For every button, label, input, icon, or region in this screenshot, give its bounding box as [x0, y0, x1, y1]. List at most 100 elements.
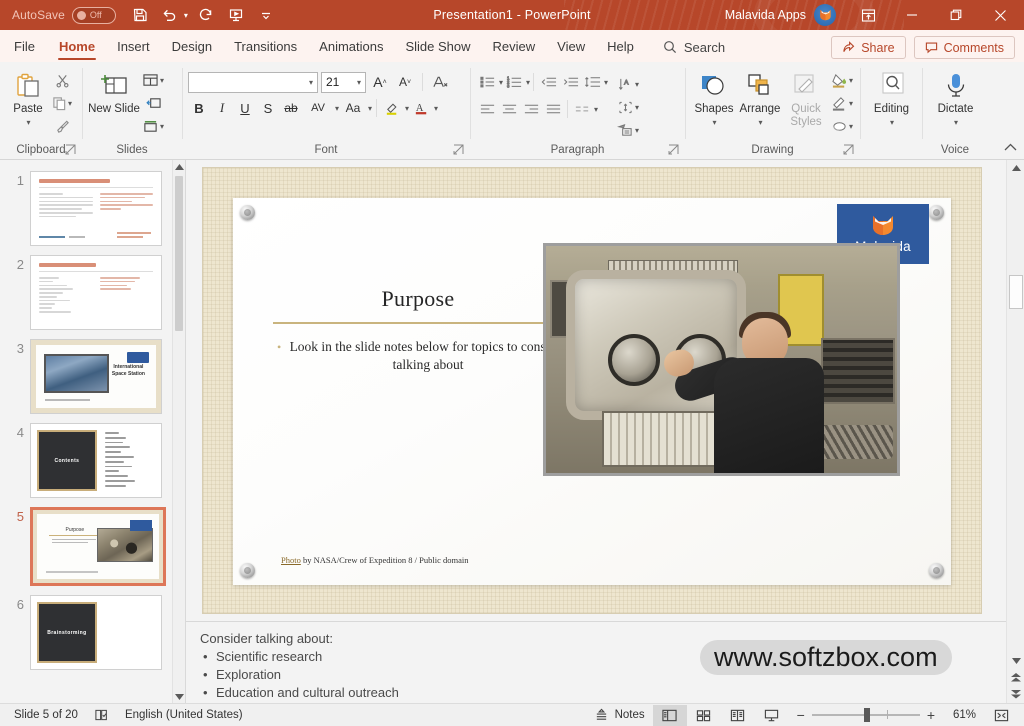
shapes-chevron-down-icon[interactable]: ▾ — [712, 116, 716, 129]
font-color-chevron-down-icon[interactable]: ▾ — [434, 104, 438, 113]
thumbnail-scroll-thumb[interactable] — [175, 176, 183, 331]
autosave-toggle[interactable]: Off — [71, 6, 116, 24]
tab-design[interactable]: Design — [161, 32, 223, 62]
text-direction-chevron-down-icon[interactable]: ▾ — [635, 80, 639, 89]
minimize-button[interactable] — [890, 0, 934, 30]
slide-show-button[interactable] — [755, 705, 789, 726]
underline-button[interactable]: U — [234, 97, 256, 119]
font-name-input[interactable]: ▾ — [188, 71, 318, 93]
dictate-button[interactable]: Dictate ▾ — [930, 67, 982, 129]
scrollbar-track[interactable] — [1007, 177, 1024, 652]
text-direction-icon[interactable]: A ▾ — [615, 73, 641, 95]
editing-button[interactable]: Editing ▾ — [866, 67, 917, 129]
copy-button[interactable]: ▾ — [50, 92, 74, 114]
customize-qat-chevron-down-icon[interactable] — [252, 3, 280, 27]
next-slide-icon[interactable] — [1007, 686, 1024, 703]
shape-fill-chevron-down-icon[interactable]: ▾ — [849, 76, 853, 85]
character-spacing-button[interactable]: AV — [303, 97, 333, 119]
numbering-chevron-down-icon[interactable]: ▾ — [526, 78, 530, 87]
font-dialog-launcher-icon[interactable] — [453, 144, 465, 156]
search-box[interactable]: Search — [663, 32, 725, 62]
thumbnail-preview[interactable]: Brainstorming — [30, 595, 162, 670]
clipboard-dialog-launcher-icon[interactable] — [65, 144, 77, 156]
slide-bullet-text[interactable]: • Look in the slide notes below for topi… — [277, 338, 567, 374]
text-shadow-button[interactable]: S — [257, 97, 279, 119]
slide-photo[interactable] — [543, 243, 900, 476]
layout-chevron-down-icon[interactable]: ▾ — [160, 76, 164, 85]
italic-button[interactable]: I — [211, 97, 233, 119]
decrease-indent-icon[interactable] — [537, 71, 559, 93]
drawing-dialog-launcher-icon[interactable] — [843, 144, 855, 156]
save-icon[interactable] — [126, 3, 154, 27]
arrange-button[interactable]: Arrange ▾ — [737, 67, 783, 129]
thumbnail-slide-1[interactable]: 1 — [0, 168, 185, 252]
shape-fill-icon[interactable]: ▾ — [829, 69, 855, 91]
paste-chevron-down-icon[interactable]: ▾ — [26, 116, 30, 129]
convert-to-smartart-icon[interactable]: ▾ — [615, 119, 641, 141]
redo-icon[interactable] — [192, 3, 220, 27]
line-spacing-icon[interactable] — [581, 71, 603, 93]
increase-font-size-button[interactable]: A ˄ — [369, 71, 391, 93]
tab-view[interactable]: View — [546, 32, 596, 62]
section-button[interactable]: ▾ — [140, 115, 166, 137]
thumbnail-preview[interactable]: Contents — [30, 423, 162, 498]
scrollbar-thumb[interactable] — [1009, 275, 1023, 309]
zoom-slider-handle[interactable] — [863, 708, 870, 722]
text-highlight-color-icon[interactable] — [381, 97, 403, 119]
tab-slide-show[interactable]: Slide Show — [394, 32, 481, 62]
slide-scrollbar[interactable] — [1006, 160, 1024, 703]
tab-animations[interactable]: Animations — [308, 32, 394, 62]
undo-chevron-down-icon[interactable]: ▾ — [184, 11, 188, 20]
numbering-icon[interactable]: 1 2 3 — [503, 71, 525, 93]
new-slide-button[interactable]: New Slide — [88, 67, 140, 116]
restore-button[interactable] — [934, 0, 978, 30]
account-name[interactable]: Malavida Apps — [725, 8, 806, 22]
format-painter-button[interactable] — [50, 115, 74, 137]
shape-outline-chevron-down-icon[interactable]: ▾ — [849, 99, 853, 108]
thumbnail-preview[interactable] — [30, 171, 162, 246]
section-chevron-down-icon[interactable]: ▾ — [160, 122, 164, 131]
thumbnail-preview-selected[interactable]: Purpose — [30, 507, 166, 586]
tab-help[interactable]: Help — [596, 32, 645, 62]
align-right-icon[interactable] — [520, 98, 542, 120]
bullets-icon[interactable] — [476, 71, 498, 93]
undo-icon[interactable] — [156, 3, 184, 27]
slide-sorter-button[interactable] — [687, 705, 721, 726]
thumbnail-slide-5[interactable]: 5 Purpose — [0, 504, 185, 592]
tab-insert[interactable]: Insert — [106, 32, 161, 62]
autosave-control[interactable]: AutoSave Off — [12, 6, 116, 24]
slide-title[interactable]: Purpose — [273, 286, 563, 312]
cut-button[interactable] — [50, 69, 74, 91]
zoom-slider[interactable] — [811, 708, 920, 722]
shape-effects-icon[interactable]: ▾ — [829, 115, 855, 137]
copy-chevron-down-icon[interactable]: ▾ — [68, 99, 72, 108]
justify-icon[interactable] — [542, 98, 564, 120]
bold-button[interactable]: B — [188, 97, 210, 119]
scroll-down-icon[interactable] — [1007, 652, 1024, 669]
fit-slide-to-window-button[interactable] — [984, 705, 1018, 726]
tab-review[interactable]: Review — [482, 32, 547, 62]
normal-view-button[interactable] — [652, 704, 687, 726]
reset-button[interactable] — [140, 92, 166, 114]
shapes-button[interactable]: Shapes ▾ — [691, 67, 737, 129]
arrange-chevron-down-icon[interactable]: ▾ — [758, 116, 762, 129]
collapse-ribbon-icon[interactable] — [1003, 141, 1018, 157]
paste-button[interactable]: Paste ▾ — [6, 67, 50, 129]
current-slide[interactable]: Malavida Purpose • Look in the slide not… — [203, 168, 981, 613]
zoom-control[interactable]: − + 61% — [789, 707, 984, 723]
avatar[interactable] — [814, 4, 836, 26]
change-case-chevron-down-icon[interactable]: ▾ — [368, 104, 372, 113]
dictate-chevron-down-icon[interactable]: ▾ — [954, 116, 958, 129]
smartart-chevron-down-icon[interactable]: ▾ — [635, 126, 639, 135]
font-name-chevron-down-icon[interactable]: ▾ — [309, 78, 313, 87]
character-spacing-chevron-down-icon[interactable]: ▾ — [335, 104, 339, 113]
thumbnail-scroll-down-icon[interactable] — [173, 689, 185, 703]
spell-check-status[interactable] — [86, 705, 117, 726]
clear-formatting-icon[interactable] — [429, 71, 451, 93]
font-color-icon[interactable]: A — [410, 97, 432, 119]
reading-view-button[interactable] — [721, 705, 755, 726]
editing-chevron-down-icon[interactable]: ▾ — [890, 116, 894, 129]
slide-thumbnail-pane[interactable]: 1 2 3 International Space Station 4 Cont… — [0, 160, 186, 703]
language-status[interactable]: English (United States) — [117, 705, 251, 726]
line-spacing-chevron-down-icon[interactable]: ▾ — [604, 78, 608, 87]
